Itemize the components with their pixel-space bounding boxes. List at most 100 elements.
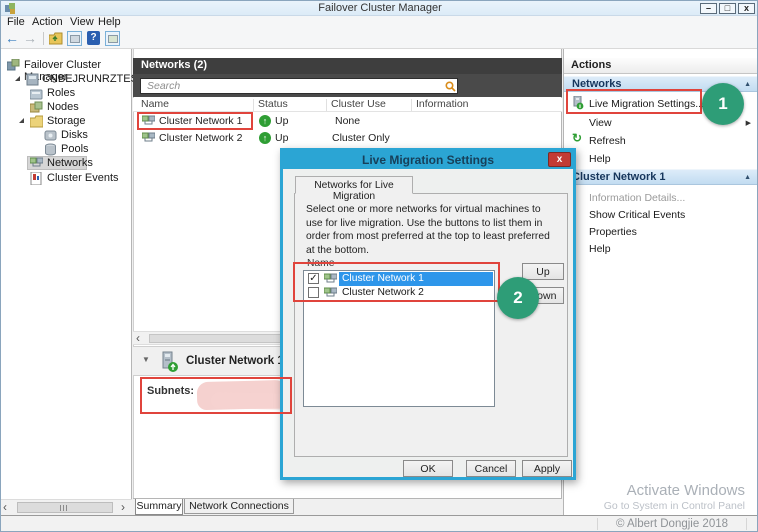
column-header-name[interactable]: Name bbox=[141, 98, 169, 112]
disks-icon bbox=[44, 130, 57, 141]
section-title: Cluster Network 1 bbox=[572, 171, 666, 183]
tree-item-pools[interactable]: Pools bbox=[1, 142, 132, 157]
item-label: Cluster Network 2 bbox=[342, 287, 424, 298]
collapse-chevron-icon[interactable]: ▼ bbox=[142, 355, 150, 364]
section-title: Networks bbox=[572, 78, 622, 90]
tab-label: Summary bbox=[136, 500, 182, 512]
network-icon bbox=[324, 273, 337, 283]
menu-view[interactable]: View bbox=[70, 16, 94, 28]
dialog-list-header: Name bbox=[307, 258, 335, 269]
dialog-title-bar: Live Migration Settings x bbox=[283, 151, 573, 169]
tree-item-cluster[interactable]: CNBEJRUNRZTEST.shell.cor bbox=[1, 72, 187, 87]
refresh-icon: ↻ bbox=[572, 131, 583, 145]
up-button[interactable]: Up bbox=[522, 263, 564, 280]
column-header-status[interactable]: Status bbox=[258, 98, 288, 112]
storage-folder-icon bbox=[30, 115, 43, 128]
help-icon[interactable]: ? bbox=[87, 31, 100, 45]
list-item[interactable]: Cluster Network 2 bbox=[305, 286, 493, 300]
step-badge-1: 1 bbox=[702, 83, 744, 125]
tree-item-storage[interactable]: Storage bbox=[1, 114, 132, 129]
scroll-left-icon[interactable]: ‹ bbox=[136, 331, 140, 345]
tree-item-networks[interactable]: Networks bbox=[1, 156, 132, 171]
action-pane-icon[interactable] bbox=[105, 31, 120, 46]
tab-summary[interactable]: Summary bbox=[135, 499, 183, 515]
roles-icon bbox=[30, 89, 43, 100]
expander-icon[interactable] bbox=[19, 118, 24, 123]
tree-item-nodes[interactable]: Nodes bbox=[1, 100, 132, 115]
console-tree-icon[interactable] bbox=[67, 31, 82, 46]
cell-name: Cluster Network 2 bbox=[159, 132, 243, 144]
column-divider[interactable] bbox=[253, 99, 254, 111]
action-show-critical-events[interactable]: Show Critical Events bbox=[564, 206, 757, 223]
scrollbar-thumb[interactable] bbox=[17, 502, 113, 513]
action-label: Refresh bbox=[589, 134, 626, 147]
tree-item-cluster-events[interactable]: Cluster Events bbox=[1, 171, 132, 186]
expander-icon[interactable] bbox=[15, 76, 20, 81]
apply-button-label: Apply bbox=[533, 462, 561, 475]
thumb-grip bbox=[60, 505, 61, 511]
item-label: Cluster Network 1 bbox=[342, 273, 424, 284]
tree-item-roles[interactable]: Roles bbox=[1, 86, 132, 101]
action-label: Live Migration Settings... bbox=[589, 97, 704, 110]
menu-file[interactable]: File bbox=[7, 16, 25, 28]
table-row[interactable]: Cluster Network 2 ↑ Up Cluster Only bbox=[133, 130, 562, 146]
action-help-2[interactable]: Help bbox=[564, 240, 757, 257]
tab-network-connections[interactable]: Network Connections bbox=[184, 499, 294, 514]
scroll-left-icon[interactable]: ‹ bbox=[3, 500, 7, 514]
search-input[interactable] bbox=[140, 78, 458, 94]
minimize-button[interactable]: – bbox=[700, 3, 717, 14]
bottom-strip: © Albert Dongjie 2018 bbox=[1, 515, 757, 531]
dialog-tab[interactable]: Networks for Live Migration bbox=[295, 176, 413, 202]
toolbar-divider bbox=[43, 32, 44, 45]
action-properties[interactable]: Properties bbox=[564, 223, 757, 240]
checkbox-checked-icon[interactable]: ✓ bbox=[308, 273, 319, 284]
column-header-cluster-use[interactable]: Cluster Use bbox=[331, 98, 386, 112]
up-button-label: Up bbox=[536, 265, 550, 278]
cancel-button[interactable]: Cancel bbox=[466, 460, 516, 477]
collapse-icon[interactable]: ▲ bbox=[744, 174, 751, 181]
scroll-right-icon[interactable]: › bbox=[121, 500, 125, 514]
checkbox-unchecked-icon[interactable] bbox=[308, 287, 319, 298]
actions-header: Actions bbox=[564, 58, 757, 74]
cell-name: Cluster Network 1 bbox=[159, 115, 243, 127]
close-button[interactable]: x bbox=[738, 3, 755, 14]
action-help[interactable]: Help bbox=[564, 150, 757, 167]
tree-item-label: Cluster Events bbox=[47, 172, 119, 184]
collapse-icon[interactable]: ▲ bbox=[744, 81, 751, 88]
table-row[interactable]: Cluster Network 1 ↑ Up None bbox=[133, 113, 562, 129]
submenu-arrow-icon: ▶ bbox=[745, 119, 751, 127]
column-divider[interactable] bbox=[326, 99, 327, 111]
menu-help[interactable]: Help bbox=[98, 16, 121, 28]
search-icon bbox=[445, 81, 456, 92]
tree-item-disks[interactable]: Disks bbox=[1, 128, 132, 143]
ok-button[interactable]: OK bbox=[403, 460, 453, 477]
ok-button-label: OK bbox=[420, 462, 436, 475]
tab-label: Network Connections bbox=[189, 500, 289, 512]
column-divider[interactable] bbox=[411, 99, 412, 111]
up-folder-icon[interactable] bbox=[49, 32, 63, 45]
column-header-information[interactable]: Information bbox=[416, 98, 469, 112]
menu-action[interactable]: Action bbox=[32, 16, 63, 28]
action-refresh[interactable]: ↻ Refresh bbox=[564, 131, 757, 149]
apply-button[interactable]: Apply bbox=[522, 460, 572, 477]
network-icon bbox=[324, 287, 337, 297]
action-information-details[interactable]: Information Details... bbox=[564, 189, 757, 206]
cluster-events-icon bbox=[30, 172, 42, 185]
dialog-close-button[interactable]: x bbox=[548, 152, 571, 167]
actions-section-cluster-network-1[interactable]: Cluster Network 1 ▲ bbox=[564, 169, 757, 185]
back-icon[interactable]: ← bbox=[5, 30, 19, 46]
network-icon bbox=[142, 132, 155, 142]
action-label: Help bbox=[589, 242, 611, 255]
tree-item-root[interactable]: Failover Cluster Manager bbox=[1, 58, 132, 83]
tree-hscrollbar[interactable]: ‹ › bbox=[1, 499, 132, 515]
maximize-button[interactable]: □ bbox=[719, 3, 736, 14]
nodes-icon bbox=[30, 101, 43, 113]
action-label: Help bbox=[589, 152, 611, 165]
action-label: Information Details... bbox=[589, 191, 686, 204]
bottom-tabs-bar: Summary Network Connections bbox=[133, 498, 562, 515]
actions-title: Actions bbox=[571, 59, 612, 71]
forward-icon[interactable]: → bbox=[23, 30, 37, 46]
list-item[interactable]: ✓ Cluster Network 1 bbox=[305, 272, 493, 286]
dialog-network-listbox[interactable]: ✓ Cluster Network 1 Cluster Network 2 bbox=[303, 270, 495, 407]
live-migration-icon bbox=[573, 96, 584, 110]
